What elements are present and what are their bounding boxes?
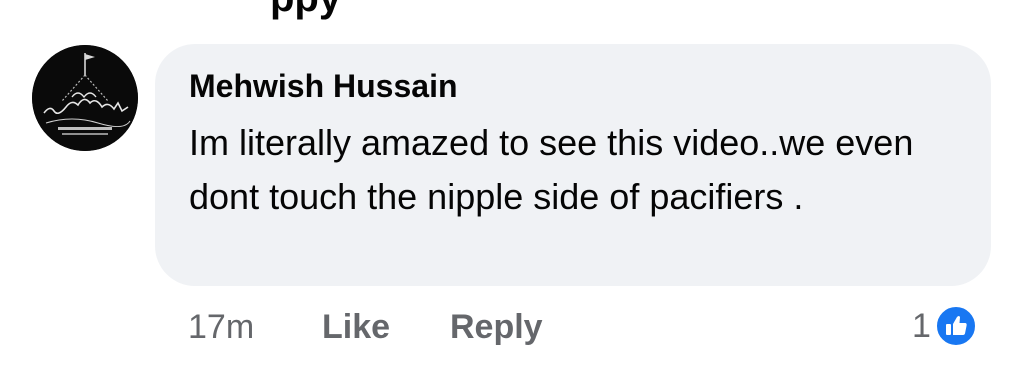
shrine-silhouette-icon: [32, 45, 138, 151]
like-button[interactable]: Like: [322, 305, 390, 349]
comment-bubble: Mehwish Hussain Im literally amazed to s…: [155, 44, 991, 286]
author-avatar[interactable]: [32, 45, 138, 151]
comment-timestamp[interactable]: 17m: [188, 305, 254, 349]
reaction-summary[interactable]: 1: [912, 303, 977, 349]
comment-text: Im literally amazed to see this video..w…: [189, 122, 914, 217]
comment-thread: ppy Mehwish Hussain Im literally amazed …: [0, 0, 1024, 367]
thumbs-up-icon: [934, 305, 977, 347]
reaction-count: 1: [912, 307, 931, 345]
reply-button[interactable]: Reply: [450, 305, 543, 349]
previous-comment-edge: ppy: [270, 0, 341, 18]
comment-author-name[interactable]: Mehwish Hussain: [189, 67, 458, 105]
